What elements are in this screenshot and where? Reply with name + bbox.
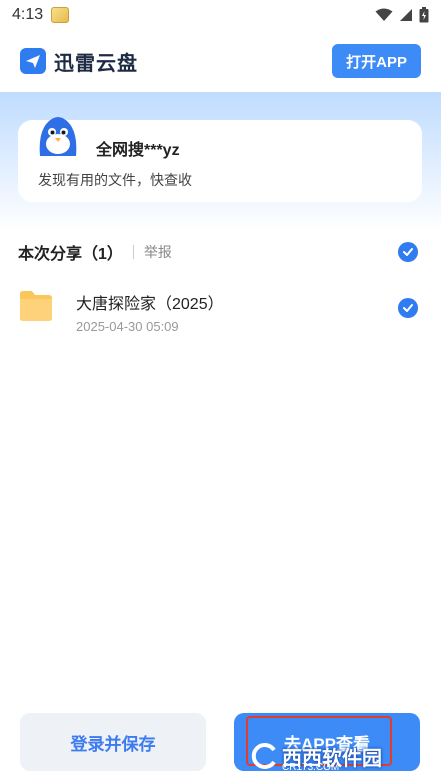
file-checkbox[interactable] (398, 298, 418, 318)
sharer-name: 全网搜***yz (96, 142, 180, 159)
app-header: 迅雷云盘 打开APP (0, 30, 441, 92)
bird-avatar-icon (36, 117, 80, 162)
thunder-logo-icon (20, 48, 46, 74)
sharer-card: 全网搜***yz 发现有用的文件，快查收 (18, 117, 422, 202)
file-date: 2025-04-30 05:09 (76, 319, 179, 334)
folder-icon (20, 291, 52, 321)
login-save-button[interactable]: 登录并保存 (20, 713, 206, 771)
list-item[interactable]: 大唐探险家（2025） 2025-04-30 05:09 (18, 284, 422, 336)
signal-icon (400, 9, 412, 21)
share-section-header: 本次分享（1） 举报 (18, 238, 422, 266)
notification-app-icon (51, 7, 70, 23)
divider (132, 245, 134, 259)
app-name: 迅雷云盘 (54, 52, 138, 75)
status-bar: 4:13 (0, 0, 441, 30)
file-name: 大唐探险家（2025） (76, 296, 224, 313)
checkmark-icon (403, 248, 413, 256)
report-link[interactable]: 举报 (144, 242, 172, 262)
select-all-checkbox[interactable] (398, 242, 418, 262)
watermark-logo-icon (251, 743, 276, 769)
battery-icon (419, 7, 429, 23)
checkmark-icon (403, 304, 413, 312)
status-icons (375, 7, 429, 23)
watermark-sub: CR173.COM (282, 762, 340, 773)
share-description: 发现有用的文件，快查收 (38, 172, 192, 188)
open-app-button[interactable]: 打开APP (332, 44, 421, 78)
wifi-icon (375, 8, 393, 21)
status-time: 4:13 (12, 6, 44, 23)
section-title: 本次分享（1） (18, 246, 123, 263)
